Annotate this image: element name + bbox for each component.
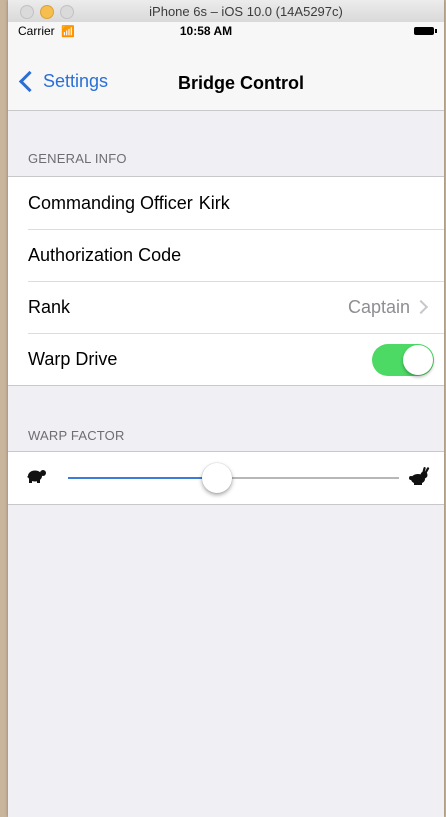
commanding-officer-label: Commanding Officer <box>28 192 193 213</box>
warp-factor-slider-row <box>8 452 444 504</box>
rank-label: Rank <box>28 296 71 317</box>
page-title: Bridge Control <box>178 73 304 93</box>
simulator-window: iPhone 6s – iOS 10.0 (14A5297c) Carrier … <box>8 0 444 817</box>
toggle-knob <box>403 345 433 375</box>
turtle-icon <box>27 470 46 483</box>
row-commanding-officer[interactable]: Commanding Officer Kirk <box>8 177 444 229</box>
row-warp-drive: Warp Drive <box>8 333 444 385</box>
authorization-code-label: Authorization Code <box>28 244 182 265</box>
slider-track-fill <box>68 477 217 479</box>
warp-drive-label: Warp Drive <box>28 348 118 369</box>
row-authorization-code[interactable]: Authorization Code <box>8 229 444 281</box>
slider-thumb[interactable] <box>201 463 232 493</box>
warp-factor-group <box>8 451 444 505</box>
chevron-right-icon <box>413 299 429 315</box>
section-header-general-info: GENERAL INFO <box>28 151 127 166</box>
warp-drive-toggle[interactable] <box>372 344 434 376</box>
row-rank[interactable]: Rank Captain <box>8 281 444 333</box>
battery-icon <box>414 27 437 35</box>
status-time: 10:58 AM <box>179 24 233 38</box>
commanding-officer-value[interactable]: Kirk <box>199 193 230 214</box>
navigation-bar: Settings Bridge Control <box>8 40 444 111</box>
status-bar: Carrier 📶 10:58 AM <box>8 22 444 40</box>
simulator-title: iPhone 6s – iOS 10.0 (14A5297c) <box>149 4 343 19</box>
section-header-warp-factor: WARP FACTOR <box>28 428 125 443</box>
rabbit-icon <box>409 467 430 485</box>
slider-track[interactable] <box>68 463 399 493</box>
rank-value: Captain <box>347 296 410 317</box>
simulator-titlebar: iPhone 6s – iOS 10.0 (14A5297c) <box>8 0 444 23</box>
general-info-group: Commanding Officer Kirk Authorization Co… <box>8 176 444 386</box>
